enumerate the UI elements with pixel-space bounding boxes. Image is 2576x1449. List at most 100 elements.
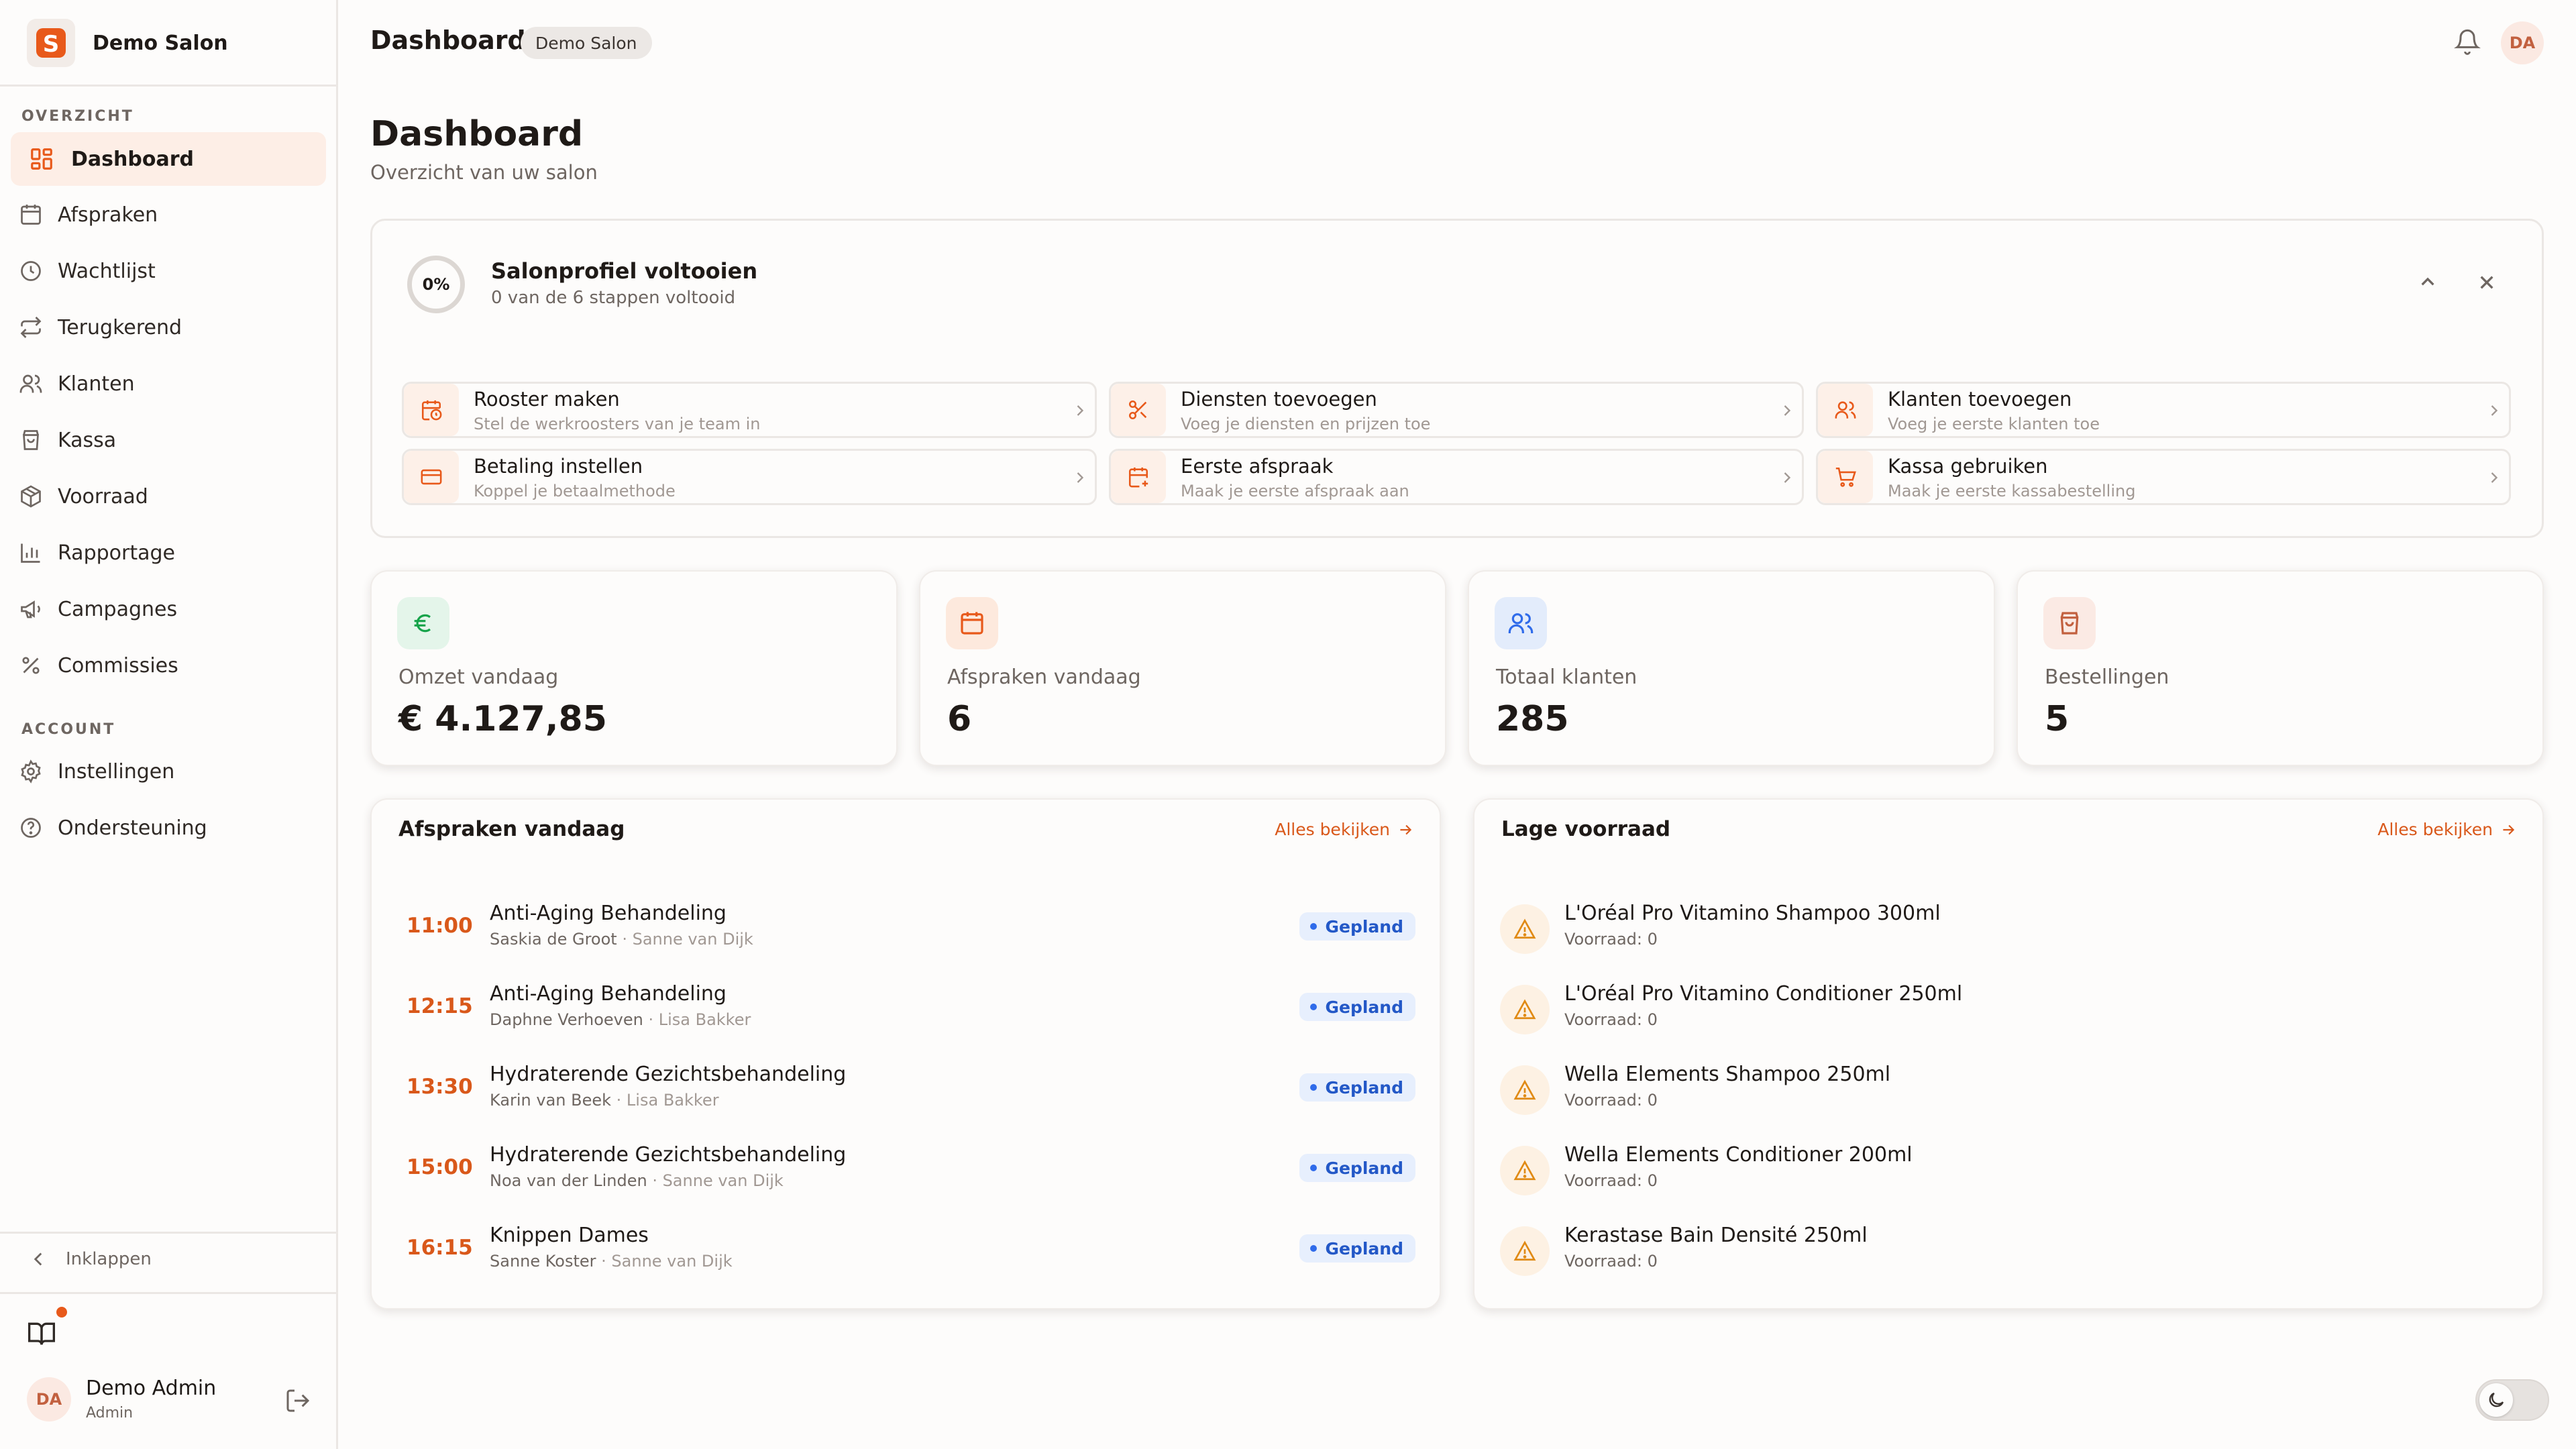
sidebar-item-ondersteuning[interactable]: Ondersteuning [11, 801, 326, 855]
stat-card-clients[interactable]: Totaal klanten 285 [1468, 570, 1995, 766]
credit-card-icon [404, 451, 459, 503]
stock-row[interactable]: Kerastase Bain Densité 250ml Voorraad: 0 [1474, 1214, 2545, 1281]
sidebar-item-klanten[interactable]: Klanten [11, 357, 326, 411]
user-name: Demo Admin [86, 1377, 217, 1400]
client-name: Sanne Koster [490, 1252, 596, 1271]
status-label: Gepland [1325, 1158, 1403, 1178]
setup-step-klanten[interactable]: Klanten toevoegen Voeg je eerste klanten… [1816, 382, 2511, 438]
sidebar-item-label: Campagnes [58, 597, 178, 621]
warning-icon [1500, 985, 1550, 1034]
sidebar-item-campagnes[interactable]: Campagnes [11, 582, 326, 636]
sidebar-item-instellingen[interactable]: Instellingen [11, 745, 326, 798]
theme-toggle[interactable] [2475, 1379, 2549, 1421]
arrow-right-icon [2503, 824, 2515, 835]
brand-logo: S [27, 19, 75, 67]
setup-step-kassa[interactable]: Kassa gebruiken Maak je eerste kassabest… [1816, 449, 2511, 505]
gear-icon [16, 757, 46, 786]
sidebar-item-voorraad[interactable]: Voorraad [11, 470, 326, 523]
appointment-row[interactable]: 13:30 Hydraterende Gezichtsbehandeling K… [372, 1053, 1442, 1120]
appointment-people: Sanne Koster · Sanne van Dijk [490, 1252, 733, 1271]
topbar-title: Dashboard [370, 25, 526, 55]
salon-badge: Demo Salon [521, 27, 652, 59]
calendar-plus-icon [1111, 451, 1166, 503]
shopping-bag-icon [2043, 597, 2096, 649]
setup-step-afspraak[interactable]: Eerste afspraak Maak je eerste afspraak … [1109, 449, 1804, 505]
sidebar-item-wachtlijst[interactable]: Wachtlijst [11, 244, 326, 298]
sidebar-item-terugkerend[interactable]: Terugkerend [11, 301, 326, 354]
view-all-stock-link[interactable]: Alles bekijken [2377, 820, 2517, 839]
stat-value: 285 [1496, 699, 1569, 739]
product-stock: Voorraad: 0 [1564, 1171, 1658, 1190]
sidebar-item-label: Voorraad [58, 484, 148, 508]
product-name: Kerastase Bain Densité 250ml [1564, 1224, 1868, 1247]
setup-step-rooster[interactable]: Rooster maken Stel de werkroosters van j… [402, 382, 1097, 438]
status-badge: Gepland [1299, 1234, 1415, 1263]
chevron-left-icon [34, 1252, 42, 1266]
stat-label: Omzet vandaag [398, 665, 559, 689]
help-circle-icon [16, 813, 46, 843]
staff-name: · Lisa Bakker [643, 1010, 751, 1029]
user-role: Admin [86, 1405, 133, 1421]
sidebar-item-kassa[interactable]: Kassa [11, 413, 326, 467]
chevron-right-icon [1784, 472, 1791, 483]
staff-name: · Sanne van Dijk [596, 1252, 733, 1271]
warning-icon [1500, 1146, 1550, 1195]
collapse-sidebar-button[interactable]: Inklappen [27, 1248, 152, 1271]
status-badge: Gepland [1299, 912, 1415, 941]
cart-icon [1818, 451, 1873, 503]
setup-step-betaling[interactable]: Betaling instellen Koppel je betaalmetho… [402, 449, 1097, 505]
sidebar-item-commissies[interactable]: Commissies [11, 639, 326, 692]
sidebar-item-label: Dashboard [71, 147, 194, 171]
avatar[interactable]: DA [2501, 21, 2544, 64]
status-badge: Gepland [1299, 1154, 1415, 1182]
clock-icon [16, 256, 46, 286]
setup-title: Salonprofiel voltooien [491, 258, 758, 284]
appointment-service: Anti-Aging Behandeling [490, 982, 727, 1006]
stock-row[interactable]: Wella Elements Conditioner 200ml Voorraa… [1474, 1134, 2545, 1201]
status-dot [1310, 1084, 1318, 1091]
stock-row[interactable]: Wella Elements Shampoo 250ml Voorraad: 0 [1474, 1053, 2545, 1120]
bell-icon[interactable] [2454, 28, 2481, 55]
stat-card-appointments[interactable]: Afspraken vandaag 6 [919, 570, 1446, 766]
appointment-row[interactable]: 12:15 Anti-Aging Behandeling Daphne Verh… [372, 973, 1442, 1040]
sidebar-item-dashboard[interactable]: Dashboard [11, 132, 326, 186]
package-icon [16, 482, 46, 511]
appointment-row[interactable]: 15:00 Hydraterende Gezichtsbehandeling N… [372, 1134, 1442, 1201]
close-icon[interactable] [2473, 269, 2500, 296]
product-stock: Voorraad: 0 [1564, 1252, 1658, 1271]
stat-card-revenue[interactable]: Omzet vandaag € 4.127,85 [370, 570, 898, 766]
stat-value: € 4.127,85 [398, 699, 607, 739]
sidebar-item-rapportage[interactable]: Rapportage [11, 526, 326, 580]
view-all-appointments-link[interactable]: Alles bekijken [1275, 820, 1414, 839]
chevron-up-icon[interactable] [2414, 269, 2441, 296]
stock-row[interactable]: L'Oréal Pro Vitamino Shampoo 300ml Voorr… [1474, 892, 2545, 959]
status-dot [1310, 923, 1318, 930]
stock-row[interactable]: L'Oréal Pro Vitamino Conditioner 250ml V… [1474, 973, 2545, 1040]
product-stock: Voorraad: 0 [1564, 1010, 1658, 1029]
setup-step-diensten[interactable]: Diensten toevoegen Voeg je diensten en p… [1109, 382, 1804, 438]
chevron-right-icon [1784, 405, 1791, 416]
logout-icon[interactable] [284, 1387, 311, 1414]
repeat-icon [16, 313, 46, 342]
calendar-icon [946, 597, 998, 649]
brand[interactable]: S Demo Salon [27, 17, 228, 69]
brand-name: Demo Salon [93, 31, 228, 55]
sidebar-item-label: Wachtlijst [58, 259, 156, 283]
appointment-row[interactable]: 11:00 Anti-Aging Behandeling Saskia de G… [372, 892, 1442, 959]
book-open-icon[interactable] [27, 1319, 56, 1348]
sidebar-item-afspraken[interactable]: Afspraken [11, 188, 326, 241]
step-title: Betaling instellen [474, 455, 643, 478]
sidebar-divider [0, 1292, 338, 1294]
stat-label: Totaal klanten [1496, 665, 1638, 689]
stat-card-orders[interactable]: Bestellingen 5 [2017, 570, 2544, 766]
stat-label: Afspraken vandaag [947, 665, 1141, 689]
shopping-bag-icon [16, 425, 46, 455]
product-stock: Voorraad: 0 [1564, 1091, 1658, 1110]
section-label-account: ACCOUNT [21, 721, 116, 738]
appointment-row[interactable]: 16:15 Knippen Dames Sanne Koster · Sanne… [372, 1214, 1442, 1281]
sidebar-divider [0, 85, 338, 87]
page-subtitle: Overzicht van uw salon [370, 161, 598, 184]
appointment-time: 16:15 [407, 1236, 473, 1260]
avatar[interactable]: DA [27, 1377, 71, 1421]
appointments-panel: Afspraken vandaag Alles bekijken 11:00 A… [370, 798, 1441, 1309]
